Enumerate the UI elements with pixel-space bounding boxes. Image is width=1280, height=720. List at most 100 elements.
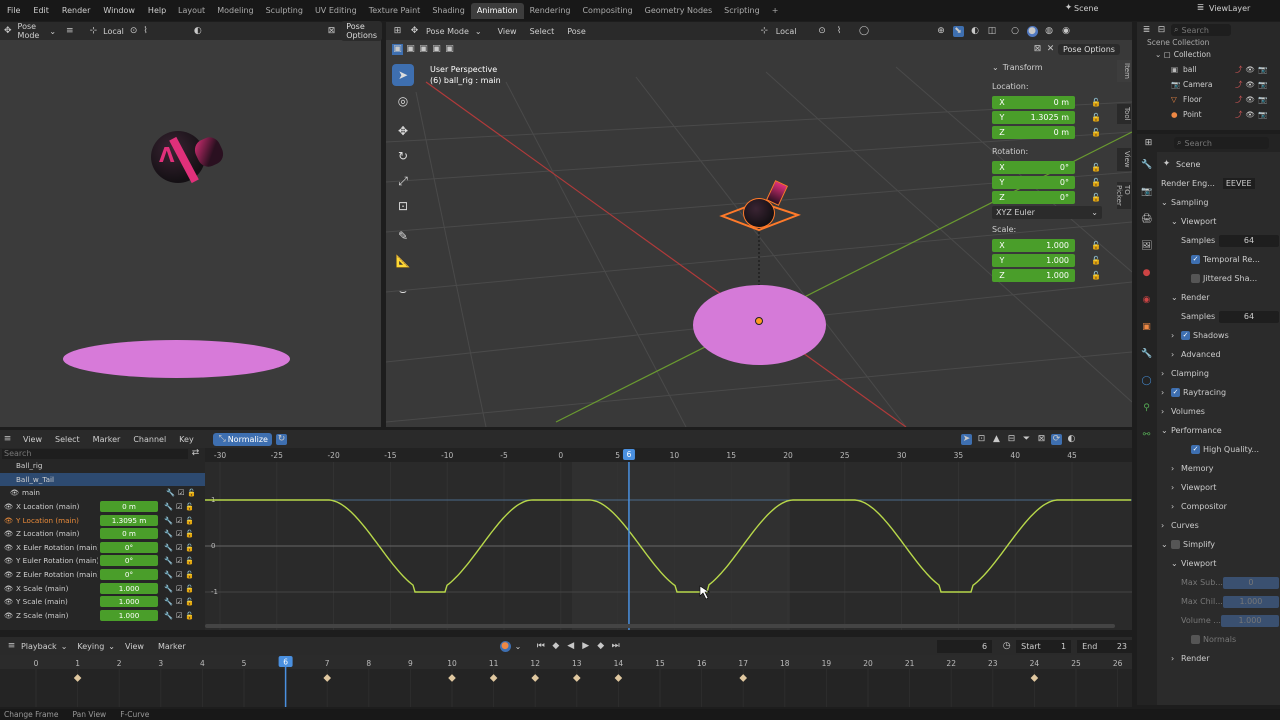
play-icon[interactable]: ▶ xyxy=(580,641,591,652)
checkbox-icon[interactable]: ☑ xyxy=(176,556,182,565)
channel-value-field[interactable]: 0° xyxy=(100,555,158,567)
scene-collection[interactable]: Scene Collection xyxy=(1137,38,1280,47)
prop-high-quality---[interactable]: ✓ High Quality... xyxy=(1161,440,1279,459)
viewport-menu-view[interactable]: View xyxy=(498,27,517,36)
lock-icon[interactable]: 🔓 xyxy=(1091,113,1101,122)
lock-icon[interactable]: 🔓 xyxy=(1091,128,1101,137)
visibility-icon[interactable]: 👁 xyxy=(1246,110,1256,119)
channel-group[interactable]: 👁 main 🔧 ☑ 🔓 xyxy=(0,486,205,500)
overlay-icon[interactable]: ◐ xyxy=(970,26,981,37)
auto-snap-icon[interactable]: ⟳ xyxy=(1050,433,1062,445)
checkbox-icon[interactable]: ☑ xyxy=(176,597,182,606)
select-tool-icon[interactable]: ➤ xyxy=(392,64,414,86)
channel-value-field[interactable]: 0 m xyxy=(100,501,158,513)
prop-volume----[interactable]: Volume ... 1.000 xyxy=(1161,611,1279,630)
prop-simplify[interactable]: ⌄ Simplify xyxy=(1161,535,1279,554)
prop-advanced[interactable]: › Advanced xyxy=(1161,345,1279,364)
proportional-icon[interactable]: ◯ xyxy=(859,26,870,37)
workspace-tab-layout[interactable]: Layout xyxy=(172,3,211,19)
lock-icon[interactable]: 🔓 xyxy=(1091,271,1101,280)
outliner-item-ball[interactable]: ▣ ball ⤴ 👁 📷 xyxy=(1137,62,1280,77)
left-camera-view[interactable]: ✥ Pose Mode ⌄ ≡ ⊹ Local ⊙ ⌇ ◐ ⊠ Pose Opti… xyxy=(0,21,383,427)
graph-menu-key[interactable]: Key xyxy=(179,435,194,444)
annotate-tool-icon[interactable]: ✎ xyxy=(392,225,414,247)
lock-icon[interactable]: 🔓 xyxy=(187,488,196,497)
rotation-mode-select[interactable]: XYZ Euler ⌄ xyxy=(992,206,1102,219)
measure-tool-icon[interactable]: 📐 xyxy=(392,250,414,272)
visibility-icon[interactable]: 👁 xyxy=(4,584,16,593)
channel-row[interactable]: 👁 Y Scale (main) 1.000 🔧 ☑ 🔓 xyxy=(0,595,205,609)
rotation-z-field[interactable]: Z 0° xyxy=(992,190,1075,204)
mode-select[interactable]: Pose Mode xyxy=(426,27,469,36)
view-icon[interactable]: ⊟ xyxy=(1006,434,1017,445)
channel-value-field[interactable]: 1.000 xyxy=(100,596,158,608)
camera-icon[interactable]: 📷 xyxy=(1258,65,1267,74)
xray-icon[interactable]: ⊠ xyxy=(328,26,336,37)
viewport-menu-pose[interactable]: Pose xyxy=(567,27,586,36)
editor-type-icon[interactable]: ≡ xyxy=(2,434,13,445)
sidebar-tab-view[interactable]: View xyxy=(1117,148,1131,171)
editor-type-icon[interactable]: ⊞ xyxy=(392,26,403,37)
scale-tool-icon[interactable]: ⤢ xyxy=(392,170,414,192)
select-intersect-icon[interactable]: ▣ xyxy=(444,44,455,55)
wrench-icon[interactable]: 🔧 xyxy=(164,529,173,538)
proportional-icon[interactable]: ◐ xyxy=(1066,434,1077,445)
viewlayer-selector[interactable]: ≣ ViewLayer xyxy=(1195,3,1251,14)
channel-row[interactable]: 👁 X Scale (main) 1.000 🔧 ☑ 🔓 xyxy=(0,581,205,595)
next-key-icon[interactable]: ◆ xyxy=(595,641,606,652)
channel-value-field[interactable]: 0° xyxy=(100,569,158,581)
properties-search[interactable]: ⌕ Search xyxy=(1174,137,1269,149)
start-field[interactable]: Start 1 xyxy=(1016,639,1072,653)
pose-mode-icon[interactable]: ✥ xyxy=(4,26,12,37)
prop-clamping[interactable]: › Clamping xyxy=(1161,364,1279,383)
checkbox-icon[interactable]: ✓ xyxy=(1171,388,1180,397)
wrench-icon[interactable]: 🔧 xyxy=(164,502,173,511)
scale-y-field[interactable]: Y 1.000 xyxy=(992,253,1075,267)
pose-options-button[interactable]: Pose Options xyxy=(1058,43,1120,55)
checkbox-icon[interactable]: ☑ xyxy=(176,584,182,593)
workspace-tab-scripting[interactable]: Scripting xyxy=(718,3,766,19)
lock-icon[interactable]: 🔓 xyxy=(185,556,194,565)
workspace-tab-texture-paint[interactable]: Texture Paint xyxy=(363,3,427,19)
wrench-icon[interactable]: 🔧 xyxy=(164,570,173,579)
record-icon[interactable]: ● xyxy=(499,640,511,652)
graph-menu-view[interactable]: View xyxy=(23,435,42,444)
render-engine-select[interactable]: EEVEE xyxy=(1222,178,1255,189)
mode-select[interactable]: Pose Mode xyxy=(18,22,40,40)
visibility-icon[interactable]: 👁 xyxy=(4,502,16,511)
checkbox-icon[interactable]: ☑ xyxy=(176,529,182,538)
location-z-field[interactable]: Z0 m xyxy=(992,125,1075,139)
channel-row[interactable]: 👁 Z Location (main) 0 m 🔧 ☑ 🔓 xyxy=(0,527,205,541)
channel-search[interactable]: Search xyxy=(2,448,188,459)
prop-volumes[interactable]: › Volumes xyxy=(1161,402,1279,421)
constraint-tab-icon[interactable]: ⚲ xyxy=(1141,403,1152,414)
timeline-area[interactable]: 0 1 2 3 4 5 7 8 9 10 11 12 13 14 15 16 17 18 19 20 21 22 23 24 2… xyxy=(0,655,1132,707)
prop-max-chil---[interactable]: Max Chil... 1.000 xyxy=(1161,592,1279,611)
modifier-tab-icon[interactable]: 🔧 xyxy=(1141,349,1152,360)
properties-editor-icon[interactable]: ⊞ xyxy=(1143,138,1154,149)
number-field[interactable]: 64 xyxy=(1219,310,1279,323)
snap-icon[interactable]: ⌇ xyxy=(834,26,845,37)
channel-value-field[interactable]: 1.3095 m xyxy=(100,514,158,526)
checkbox-icon[interactable]: ☑ xyxy=(176,543,182,552)
keying-menu[interactable]: Keying xyxy=(77,642,104,651)
wrench-icon[interactable]: 🔧 xyxy=(164,611,173,620)
outliner-item-point[interactable]: ● Point ⤴ 👁 📷 xyxy=(1137,107,1280,122)
prop-jittered-sha---[interactable]: Jittered Sha... xyxy=(1161,269,1279,288)
lock-icon[interactable]: 🔓 xyxy=(185,597,194,606)
channel-value-field[interactable]: 1.000 xyxy=(100,609,158,621)
visibility-icon[interactable]: 👁 xyxy=(4,529,16,538)
checkbox-icon[interactable]: ☑ xyxy=(176,516,182,525)
checkbox-icon[interactable]: ✓ xyxy=(1181,331,1190,340)
rotation-x-field[interactable]: X 0° xyxy=(992,160,1075,174)
number-field[interactable]: 64 xyxy=(1219,234,1279,247)
workspace-tab-uv-editing[interactable]: UV Editing xyxy=(309,3,363,19)
prop-compositor[interactable]: › Compositor xyxy=(1161,497,1279,516)
playback-menu[interactable]: Playback xyxy=(21,642,57,651)
jump-end-icon[interactable]: ⏭ xyxy=(610,641,621,652)
rotation-y-field[interactable]: Y 0° xyxy=(992,175,1075,189)
cursor-tool-icon[interactable]: ◎ xyxy=(392,90,414,112)
object-tab-icon[interactable]: ▣ xyxy=(1141,322,1152,333)
checkbox-icon[interactable] xyxy=(1191,635,1200,644)
warning-icon[interactable]: ▲ xyxy=(991,434,1002,445)
